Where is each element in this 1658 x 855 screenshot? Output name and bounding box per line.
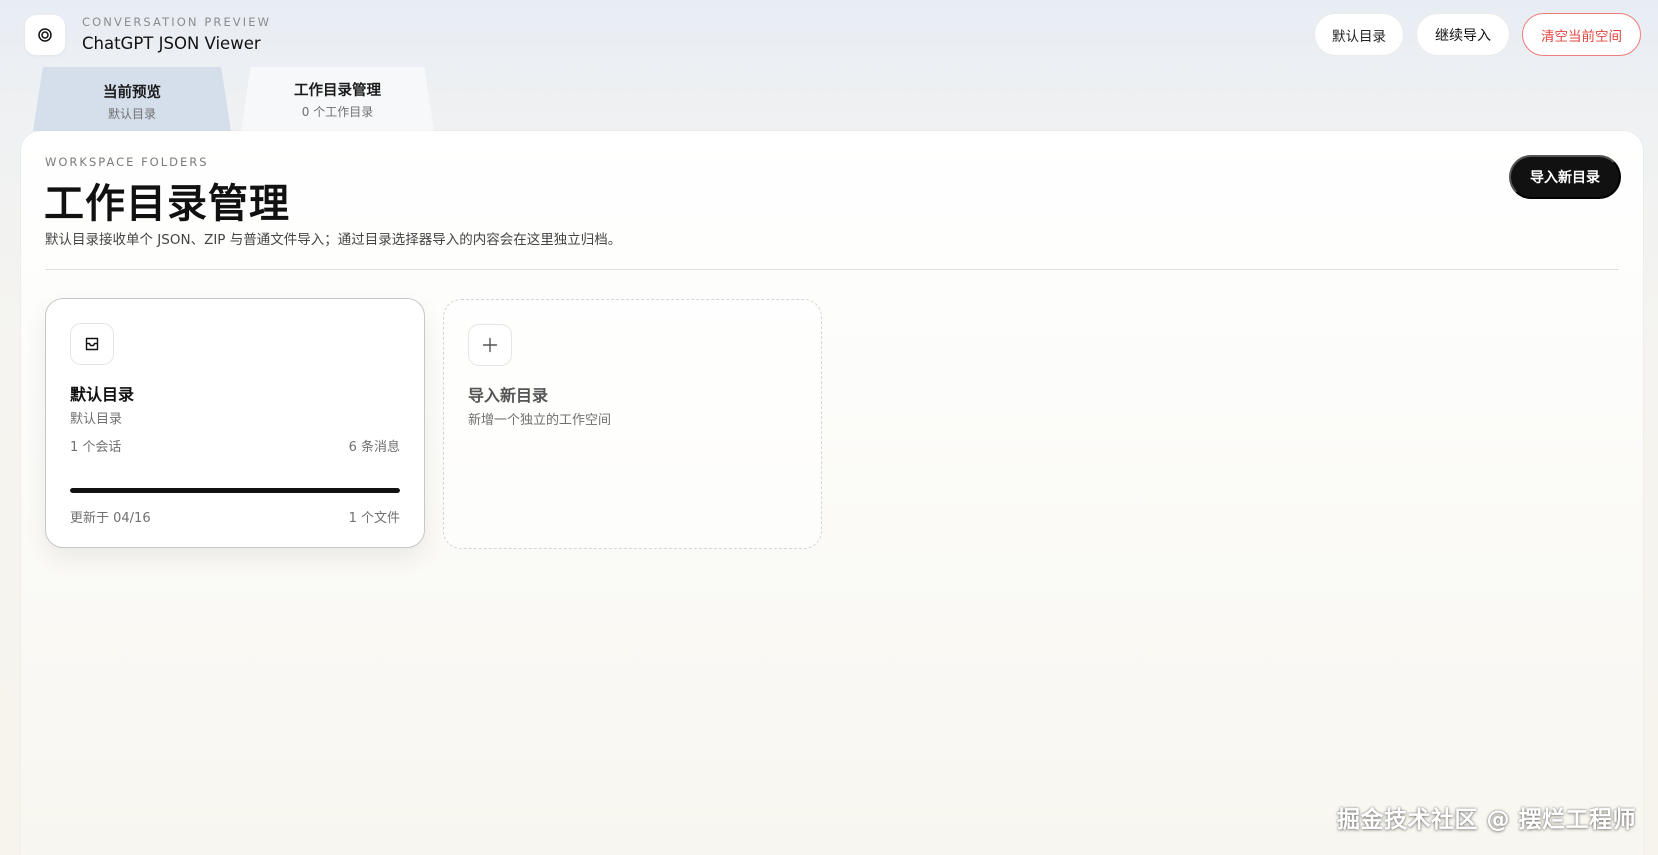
tab-folders-label: 工作目录管理 [294,83,381,99]
plus-icon [482,337,498,353]
main-panel: WORKSPACE FOLDERS 工作目录管理 默认目录接收单个 JSON、Z… [21,131,1643,855]
target-icon [38,28,52,42]
tab-preview[interactable]: 当前预览 默认目录 [33,67,231,131]
folder-file-count: 1 个文件 [348,511,400,526]
tab-folders-sub: 0 个工作目录 [301,105,374,119]
new-folder-icon-box [468,324,512,366]
new-folder-subtitle: 新增一个独立的工作空间 [468,413,612,428]
page-title: 工作目录管理 [44,181,290,227]
app-logo[interactable] [25,15,65,55]
tab-preview-sub: 默认目录 [107,107,156,121]
tab-preview-label: 当前预览 [103,85,161,101]
app-header: CONVERSATION PREVIEW ChatGPT JSON Viewer… [0,0,1658,68]
section-kicker: WORKSPACE FOLDERS [45,155,209,169]
tab-folders[interactable]: 工作目录管理 0 个工作目录 [241,67,434,131]
watermark: 掘金技术社区 @ 摆烂工程师 [1336,807,1636,833]
folder-card-stats: 1 个会话 6 条消息 [70,436,400,455]
section-divider [45,269,1619,270]
folder-message-count: 6 条消息 [348,440,400,455]
folder-progress-bar [70,488,400,493]
app-title: ChatGPT JSON Viewer [82,34,261,53]
continue-import-button[interactable]: 继续导入 [1416,13,1510,56]
folder-progress-fill [70,488,400,493]
section-description: 默认目录接收单个 JSON、ZIP 与普通文件导入；通过目录选择器导入的内容会在… [45,232,622,248]
new-folder-card[interactable]: 导入新目录 新增一个独立的工作空间 [443,299,822,549]
inbox-icon [85,337,99,351]
folder-card-icon-box [70,323,114,365]
new-folder-title: 导入新目录 [468,386,549,405]
clear-space-button[interactable]: 清空当前空间 [1522,13,1641,56]
default-directory-button[interactable]: 默认目录 [1314,13,1404,56]
folder-card-name: 默认目录 [70,385,135,404]
folder-card-meta: 更新于 04/16 1 个文件 [70,507,400,526]
import-folder-button[interactable]: 导入新目录 [1509,155,1621,199]
folder-updated-date: 更新于 04/16 [70,511,151,526]
header-actions: 默认目录 继续导入 清空当前空间 [1314,13,1641,56]
folder-conversation-count: 1 个会话 [70,440,122,455]
app-kicker: CONVERSATION PREVIEW [82,15,272,29]
folder-card-default[interactable]: 默认目录 默认目录 1 个会话 6 条消息 更新于 04/16 1 个文件 [45,298,425,548]
folder-card-subtitle: 默认目录 [70,412,123,427]
